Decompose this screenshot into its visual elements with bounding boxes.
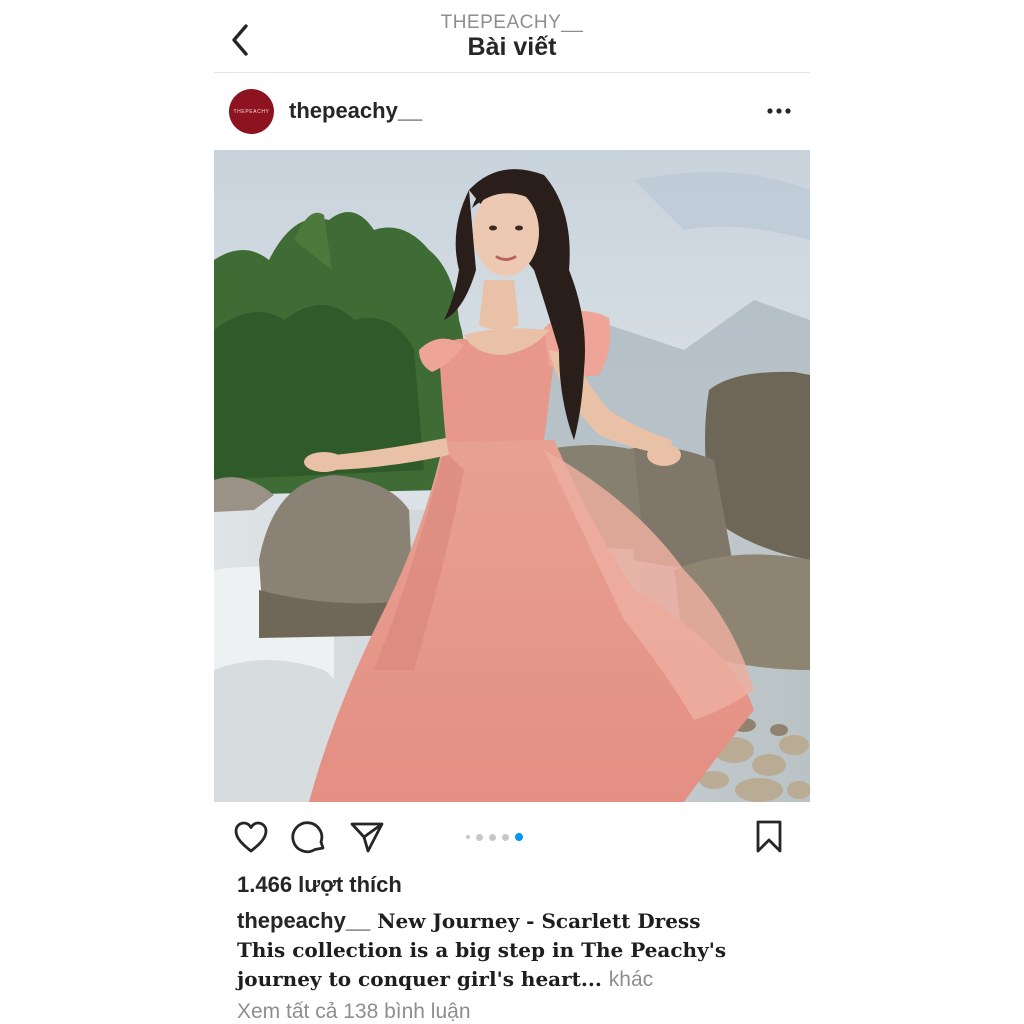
carousel-dot-active	[515, 833, 523, 841]
post-caption: thepeachy__ New Journey - Scarlett Dress…	[237, 906, 797, 994]
like-button[interactable]	[232, 818, 270, 856]
comment-bubble-icon	[291, 821, 325, 854]
page-title: Bài viết	[467, 33, 557, 61]
carousel-dot	[502, 833, 509, 841]
header-account-name: THEPEACHY__	[440, 12, 584, 33]
carousel-dot	[466, 835, 470, 839]
ellipsis-horizontal-icon	[767, 108, 791, 114]
comment-button[interactable]	[290, 818, 328, 856]
view-all-comments-link[interactable]: Xem tất cả 138 bình luận	[237, 1000, 471, 1024]
carousel-dot	[489, 833, 496, 841]
post-username[interactable]: thepeachy__	[289, 98, 422, 124]
caption-line-1: New Journey - Scarlett Dress	[377, 909, 701, 933]
carousel-dot	[476, 833, 483, 841]
like-count[interactable]: 1.466 lượt thích	[237, 872, 402, 898]
avatar-logo-text: THEPEACHY	[233, 108, 270, 115]
share-button[interactable]	[348, 818, 386, 856]
caption-line-2: This collection is a big step in The Pea…	[237, 938, 727, 962]
top-header: THEPEACHY__ Bài viết	[214, 0, 810, 73]
more-options-button[interactable]	[766, 99, 792, 123]
save-button[interactable]	[750, 818, 788, 856]
caption-more-link[interactable]: khác	[609, 968, 653, 991]
post-photo[interactable]	[214, 150, 810, 802]
paper-plane-icon	[350, 822, 384, 853]
carousel-indicator	[466, 832, 523, 842]
heart-icon	[234, 821, 268, 853]
avatar[interactable]: THEPEACHY	[229, 89, 274, 134]
post-header: THEPEACHY thepeachy__	[214, 73, 810, 149]
post-action-bar	[214, 812, 810, 864]
fashion-photo-illustration	[214, 150, 810, 802]
caption-username[interactable]: thepeachy__	[237, 908, 370, 933]
bookmark-icon	[756, 820, 782, 853]
caption-line-3: journey to conquer girl's heart...	[237, 967, 602, 991]
